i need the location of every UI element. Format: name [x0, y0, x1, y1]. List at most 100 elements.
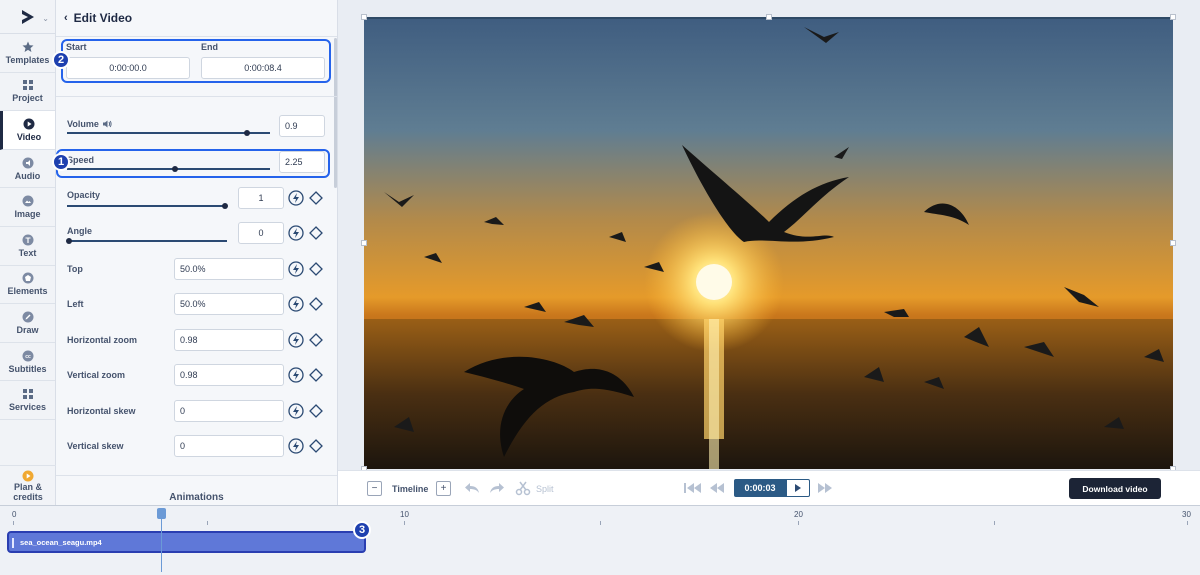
volume-label-text: Volume — [67, 119, 99, 129]
vertical-zoom-input[interactable]: 0.98 — [174, 364, 284, 386]
keyframe-diamond-icon[interactable] — [308, 225, 324, 241]
logo-icon — [21, 9, 34, 24]
ruler-tick — [994, 521, 995, 525]
lightning-icon[interactable] — [288, 438, 304, 454]
resize-handle[interactable] — [1170, 240, 1176, 246]
plan-credits-button[interactable]: Plan & credits — [0, 465, 56, 505]
zoom-in-button[interactable]: + — [436, 481, 451, 496]
playhead-handle[interactable] — [157, 508, 166, 519]
keyframe-diamond-icon[interactable] — [308, 332, 324, 348]
rail-label: Text — [18, 247, 37, 258]
play-icon — [795, 484, 801, 492]
rewind-icon[interactable] — [709, 482, 725, 494]
left-input[interactable]: 50.0% — [174, 293, 284, 315]
rail-item-services[interactable]: Services — [0, 381, 55, 420]
opacity-slider-knob[interactable] — [222, 203, 228, 209]
keyframe-diamond-icon[interactable] — [308, 438, 324, 454]
horizontal-skew-input[interactable]: 0 — [174, 400, 284, 422]
rail-item-elements[interactable]: Elements — [0, 266, 55, 305]
resize-handle[interactable] — [766, 14, 772, 20]
keyframe-diamond-icon[interactable] — [308, 403, 324, 419]
video-clip[interactable]: sea_ocean_seagu.mp4 — [7, 531, 366, 553]
volume-slider-knob[interactable] — [244, 130, 250, 136]
download-video-button[interactable]: Download video — [1069, 478, 1161, 499]
annotation-badge-3: 3 — [353, 521, 371, 539]
ruler-tick — [798, 521, 799, 525]
timeline-track[interactable]: 0 10 20 30 sea_ocean_seagu.mp4 3 — [0, 505, 1200, 575]
keyframe-diamond-icon[interactable] — [308, 261, 324, 277]
audio-icon — [22, 157, 33, 169]
rail-item-project[interactable]: Project — [0, 73, 55, 112]
lightning-icon[interactable] — [288, 261, 304, 277]
vertical-zoom-label: Vertical zoom — [67, 370, 126, 380]
resize-handle[interactable] — [361, 14, 367, 20]
rail-item-templates[interactable]: Templates — [0, 34, 55, 73]
rail-item-text[interactable]: Text — [0, 227, 55, 266]
rail-item-subtitles[interactable]: cc Subtitles — [0, 343, 55, 382]
credits-icon — [22, 470, 34, 481]
ruler-mark: 10 — [400, 510, 409, 519]
animations-section[interactable]: Animations — [56, 492, 337, 503]
keyframe-diamond-icon[interactable] — [308, 367, 324, 383]
text-icon — [22, 234, 33, 246]
top-label: Top — [67, 264, 83, 274]
app-logo[interactable]: ⌄ — [0, 0, 55, 34]
edit-video-panel: ‹ Edit Video Start End 0:00:00.0 0:00:08… — [52, 0, 338, 505]
divider — [56, 475, 337, 476]
scissors-icon[interactable] — [515, 480, 531, 496]
ruler-tick — [13, 521, 14, 525]
ruler-mark: 20 — [794, 510, 803, 519]
rail-item-image[interactable]: Image — [0, 188, 55, 227]
playhead-line[interactable] — [161, 514, 162, 572]
angle-slider-knob[interactable] — [66, 238, 72, 244]
rail-item-audio[interactable]: Audio — [0, 150, 55, 189]
play-button[interactable] — [786, 479, 810, 497]
back-arrow-icon[interactable]: ‹ — [64, 12, 68, 24]
ruler-tick — [404, 521, 405, 525]
chevron-down-icon[interactable]: ⌄ — [42, 14, 49, 23]
start-end-highlight — [61, 39, 331, 83]
top-input[interactable]: 50.0% — [174, 258, 284, 280]
vertical-skew-input[interactable]: 0 — [174, 435, 284, 457]
rail-item-draw[interactable]: Draw — [0, 304, 55, 343]
rail-item-video[interactable]: Video — [0, 111, 55, 150]
resize-handle[interactable] — [361, 240, 367, 246]
opacity-input[interactable]: 1 — [238, 187, 284, 209]
clip-left-handle[interactable] — [12, 538, 14, 548]
rail-label: Services — [8, 402, 47, 413]
current-time-display: 0:00:03 — [734, 479, 786, 497]
volume-input[interactable]: 0.9 — [279, 115, 325, 137]
resize-handle[interactable] — [1170, 14, 1176, 20]
fast-forward-icon[interactable] — [817, 482, 833, 494]
keyframe-diamond-icon[interactable] — [308, 296, 324, 312]
split-button[interactable]: Split — [536, 484, 554, 494]
rail-label: Image — [14, 209, 41, 220]
lightning-icon[interactable] — [288, 367, 304, 383]
zoom-out-button[interactable]: − — [367, 481, 382, 496]
video-preview[interactable] — [364, 17, 1173, 469]
horizontal-zoom-label: Horizontal zoom — [67, 335, 137, 345]
rail-label: Draw — [16, 324, 39, 335]
lightning-icon[interactable] — [288, 190, 304, 206]
rail-label: Video — [16, 131, 42, 142]
play-circle-icon — [23, 118, 35, 130]
lightning-icon[interactable] — [288, 332, 304, 348]
panel-scrollbar[interactable] — [334, 38, 337, 188]
redo-icon[interactable] — [489, 480, 505, 496]
lightning-icon[interactable] — [288, 296, 304, 312]
skip-start-icon[interactable] — [684, 482, 702, 494]
rail-label: Elements — [7, 286, 48, 297]
lightning-icon[interactable] — [288, 403, 304, 419]
volume-slider-track[interactable] — [67, 132, 270, 134]
speaker-icon — [103, 120, 112, 128]
angle-slider-track[interactable] — [67, 240, 227, 242]
keyframe-diamond-icon[interactable] — [308, 190, 324, 206]
undo-icon[interactable] — [464, 480, 480, 496]
angle-input[interactable]: 0 — [238, 222, 284, 244]
lightning-icon[interactable] — [288, 225, 304, 241]
opacity-slider-track[interactable] — [67, 205, 227, 207]
opacity-label: Opacity — [67, 190, 101, 200]
playback-controls: − Timeline + Split 0:00:03 Download vide… — [338, 470, 1200, 505]
horizontal-zoom-input[interactable]: 0.98 — [174, 329, 284, 351]
plan-label: Plan & — [13, 481, 42, 492]
